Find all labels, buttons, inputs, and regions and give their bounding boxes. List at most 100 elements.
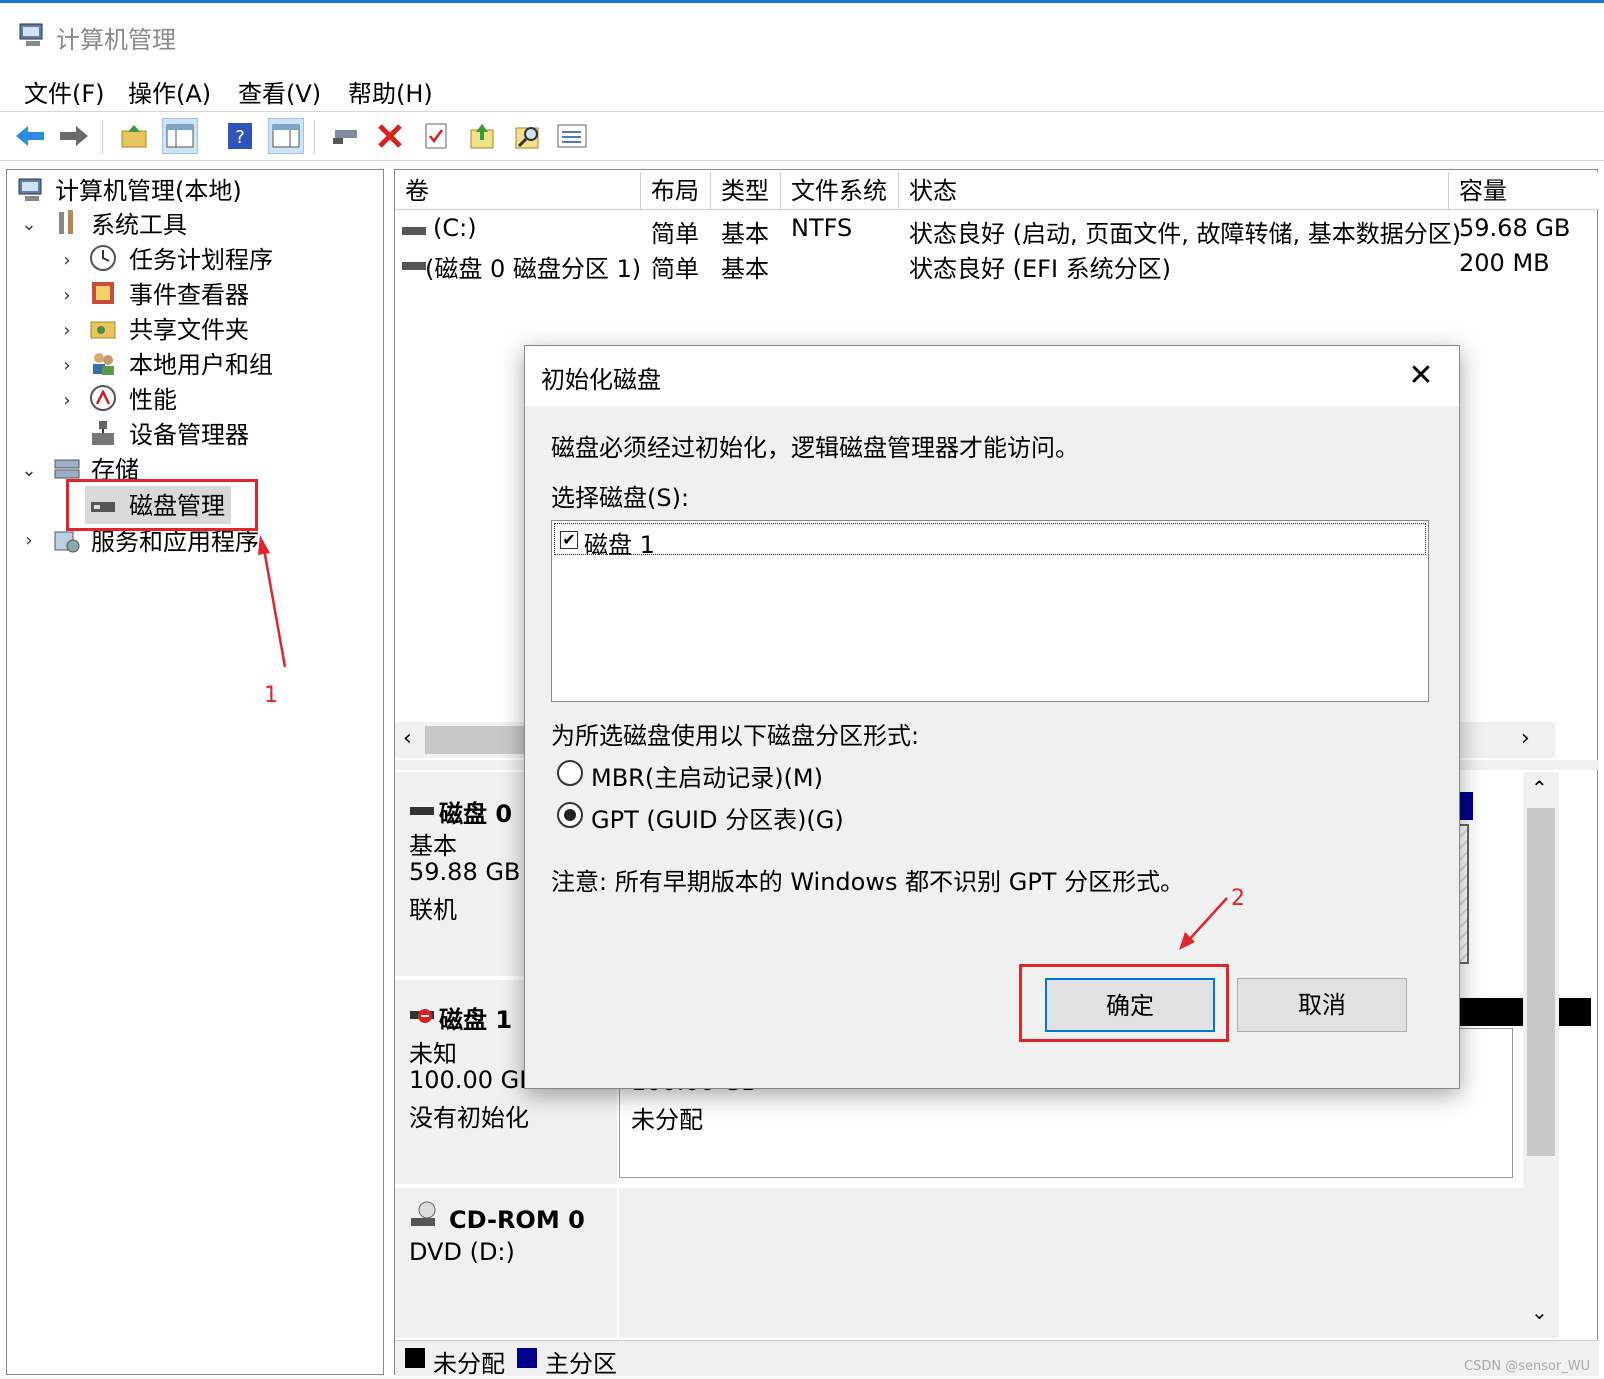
select-disk-label: 选择磁盘(S): bbox=[551, 484, 690, 512]
cdrom-name: CD-ROM 0 bbox=[449, 1206, 585, 1234]
chevron-down-icon[interactable]: ⌄ bbox=[19, 214, 39, 235]
mbr-label[interactable]: MBR(主启动记录)(M) bbox=[591, 758, 823, 793]
tree-node-local-users[interactable]: 本地用户和组 bbox=[129, 348, 273, 382]
volume-row-1-type: 基本 bbox=[721, 220, 769, 248]
column-header-volume[interactable]: 卷 bbox=[395, 172, 641, 210]
initialize-disk-dialog: 初始化磁盘 ✕ 磁盘必须经过初始化，逻辑磁盘管理器才能访问。 选择磁盘(S): … bbox=[524, 345, 1460, 1089]
menu-help[interactable]: 帮助(H) bbox=[348, 74, 433, 109]
menu-file[interactable]: 文件(F) bbox=[24, 74, 105, 109]
chevron-right-icon[interactable]: › bbox=[57, 390, 77, 411]
disk-0-size: 59.88 GB bbox=[409, 858, 521, 886]
column-header-status[interactable]: 状态 bbox=[899, 172, 1449, 210]
window-title: 计算机管理 bbox=[56, 26, 176, 54]
chevron-right-icon[interactable]: › bbox=[57, 320, 77, 341]
shared-folder-icon bbox=[90, 321, 116, 339]
scroll-left-icon[interactable]: ‹ bbox=[403, 726, 412, 751]
svg-text:?: ? bbox=[235, 127, 245, 148]
tree-node-device-manager[interactable]: 设备管理器 bbox=[129, 418, 249, 452]
gpt-note: 注意: 所有早期版本的 Windows 都不识别 GPT 分区形式。 bbox=[551, 868, 1185, 896]
chevron-right-icon[interactable]: › bbox=[19, 530, 39, 551]
delete-icon[interactable] bbox=[372, 118, 408, 154]
scroll-right-icon[interactable]: › bbox=[1521, 726, 1530, 751]
vertical-scroll-thumb[interactable] bbox=[1527, 808, 1555, 1156]
mbr-radio[interactable] bbox=[557, 760, 583, 786]
device-manager-icon bbox=[92, 421, 114, 445]
scroll-down-icon[interactable]: ⌄ bbox=[1531, 1300, 1548, 1324]
tree-node-shared-folders[interactable]: 共享文件夹 bbox=[129, 313, 249, 347]
cdrom-drive: DVD (D:) bbox=[409, 1238, 515, 1266]
computer-management-window: 计算机管理 文件(F) 操作(A) 查看(V) 帮助(H) ? 计算机管理(本地… bbox=[0, 0, 1604, 1378]
annotation-label-2: 2 bbox=[1231, 886, 1245, 911]
back-icon[interactable] bbox=[12, 118, 48, 154]
volume-row-1-layout: 简单 bbox=[651, 220, 699, 248]
annotation-box-1 bbox=[66, 479, 258, 531]
help-icon[interactable]: ? bbox=[222, 118, 258, 154]
disk-1-checkbox[interactable]: ✔ bbox=[560, 531, 578, 549]
tree-node-system-tools[interactable]: 系统工具 bbox=[91, 208, 187, 242]
disk-list[interactable]: ✔ 磁盘 1 bbox=[551, 520, 1429, 702]
properties-icon[interactable] bbox=[418, 118, 454, 154]
dialog-title: 初始化磁盘 bbox=[541, 366, 661, 394]
disk-error-icon bbox=[410, 1009, 434, 1023]
dialog-title-bar: 初始化磁盘 ✕ bbox=[525, 346, 1459, 406]
computer-management-icon bbox=[18, 178, 42, 201]
legend-primary-swatch bbox=[517, 1348, 537, 1368]
chevron-right-icon[interactable]: › bbox=[57, 285, 77, 306]
column-header-capacity[interactable]: 容量 bbox=[1449, 172, 1599, 210]
menu-action[interactable]: 操作(A) bbox=[128, 74, 211, 109]
show-hide-tree-icon[interactable] bbox=[162, 118, 198, 154]
storage-icon bbox=[54, 459, 80, 479]
legend-primary-label: 主分区 bbox=[545, 1350, 617, 1378]
volume-row-1-name[interactable]: (C:) bbox=[433, 214, 477, 242]
cdrom-empty-area bbox=[619, 1188, 1523, 1338]
export-icon[interactable] bbox=[464, 118, 500, 154]
volume-row-2-name[interactable]: (磁盘 0 磁盘分区 1) bbox=[425, 249, 641, 284]
chevron-right-icon[interactable]: › bbox=[57, 355, 77, 376]
column-header-type[interactable]: 类型 bbox=[711, 172, 781, 210]
cancel-button[interactable]: 取消 bbox=[1237, 978, 1407, 1032]
gpt-radio[interactable] bbox=[557, 802, 583, 828]
toolbar-separator bbox=[102, 120, 103, 154]
annotation-arrow-1 bbox=[258, 535, 287, 668]
up-folder-icon[interactable] bbox=[116, 118, 152, 154]
event-viewer-icon bbox=[92, 282, 114, 304]
volume-row-1-status: 状态良好 (启动, 页面文件, 故障转储, 基本数据分区) bbox=[909, 220, 1462, 248]
disk-icon bbox=[410, 807, 434, 815]
connect-icon[interactable] bbox=[328, 118, 364, 154]
tree-node-task-scheduler[interactable]: 任务计划程序 bbox=[129, 243, 273, 277]
list-icon[interactable] bbox=[554, 118, 590, 154]
volume-row-2-capacity: 200 MB bbox=[1459, 249, 1550, 277]
search-icon[interactable] bbox=[510, 118, 546, 154]
navigation-tree: 计算机管理(本地) ⌄ 系统工具 › 任务计划程序 › 事件查看器 › 共享文件… bbox=[6, 169, 384, 1375]
show-action-pane-icon[interactable] bbox=[268, 118, 304, 154]
tools-icon bbox=[59, 210, 73, 234]
annotation-label-1: 1 bbox=[264, 683, 278, 708]
toolbar-separator bbox=[314, 120, 315, 154]
volume-row-2-layout: 简单 bbox=[651, 255, 699, 283]
gpt-label[interactable]: GPT (GUID 分区表)(G) bbox=[591, 800, 844, 835]
disk-list-item-label: 磁盘 1 bbox=[584, 531, 655, 559]
close-icon[interactable]: ✕ bbox=[1401, 356, 1441, 396]
disk-list-item[interactable] bbox=[554, 523, 1426, 555]
column-header-layout[interactable]: 布局 bbox=[641, 172, 711, 210]
chevron-right-icon[interactable]: › bbox=[57, 250, 77, 271]
clock-icon bbox=[90, 245, 116, 271]
disk-0-type: 基本 bbox=[409, 832, 457, 860]
column-header-filesystem[interactable]: 文件系统 bbox=[781, 172, 899, 210]
tree-node-performance[interactable]: 性能 bbox=[129, 383, 177, 417]
volume-icon bbox=[402, 227, 426, 235]
cdrom-icon bbox=[411, 1201, 436, 1226]
disk-1-name: 磁盘 1 bbox=[439, 1006, 513, 1034]
tree-node-event-viewer[interactable]: 事件查看器 bbox=[129, 278, 249, 312]
forward-icon[interactable] bbox=[56, 118, 92, 154]
tree-node-root[interactable]: 计算机管理(本地) bbox=[55, 174, 242, 208]
annotation-arrow-2 bbox=[1179, 897, 1228, 950]
chevron-down-icon[interactable]: ⌄ bbox=[19, 460, 39, 481]
menu-view[interactable]: 查看(V) bbox=[238, 74, 321, 109]
volume-icon bbox=[402, 262, 426, 270]
performance-icon bbox=[90, 385, 116, 411]
scroll-up-icon[interactable]: ⌃ bbox=[1531, 776, 1548, 800]
disk-1-status: 没有初始化 bbox=[409, 1104, 529, 1132]
legend-unallocated-swatch bbox=[405, 1348, 425, 1368]
disk-1-type: 未知 bbox=[409, 1040, 457, 1068]
